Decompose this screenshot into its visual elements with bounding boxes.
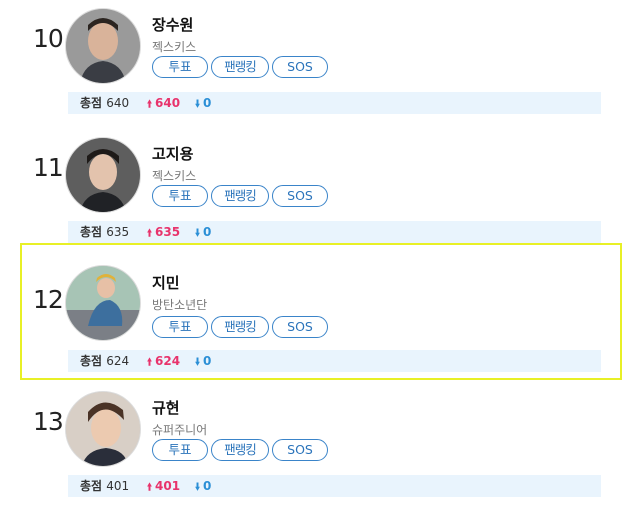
artist-name: 고지용 (152, 145, 194, 163)
down-count: 🠛 0 (195, 354, 212, 368)
action-buttons: 투표 팬랭킹 SOS (152, 56, 331, 80)
down-count: 🠛 0 (195, 225, 212, 239)
sos-button[interactable]: SOS (272, 316, 328, 338)
vote-button[interactable]: 투표 (152, 439, 208, 461)
fan-ranking-button[interactable]: 팬랭킹 (211, 316, 269, 338)
avatar-photo (66, 392, 140, 466)
fan-ranking-button[interactable]: 팬랭킹 (211, 185, 269, 207)
total-score: 총점 624 (80, 354, 130, 368)
ranking-entry: 10 장수원 젝스키스 투표 팬랭킹 SOS 총점 640 🠙 640 🠛 0 (20, 8, 622, 136)
sos-button[interactable]: SOS (272, 56, 328, 78)
arrow-down-icon: 🠛 (195, 228, 201, 239)
avatar-photo (66, 9, 140, 83)
sos-button[interactable]: SOS (272, 185, 328, 207)
score-bar: 총점 401 🠙 401 🠛 0 (68, 475, 601, 497)
avatar-photo (66, 266, 140, 340)
score-bar: 총점 635 🠙 635 🠛 0 (68, 221, 601, 243)
artist-name: 규현 (152, 399, 180, 417)
arrow-down-icon: 🠛 (195, 482, 201, 493)
arrow-up-icon: 🠙 (147, 228, 153, 239)
artist-name: 지민 (152, 274, 180, 292)
avatar-photo (66, 138, 140, 212)
group-name: 젝스키스 (152, 40, 197, 54)
down-count: 🠛 0 (195, 96, 212, 110)
group-name: 방탄소년단 (152, 298, 208, 312)
artist-name: 장수원 (152, 16, 194, 34)
arrow-up-icon: 🠙 (147, 99, 153, 110)
up-count: 🠙 635 (147, 225, 181, 239)
arrow-down-icon: 🠛 (195, 357, 201, 368)
rank-number: 12 (33, 285, 64, 314)
vote-button[interactable]: 투표 (152, 185, 208, 207)
score-bar: 총점 640 🠙 640 🠛 0 (68, 92, 601, 114)
avatar[interactable] (65, 137, 141, 213)
score-bar: 총점 624 🠙 624 🠛 0 (68, 350, 601, 372)
avatar[interactable] (65, 265, 141, 341)
vote-button[interactable]: 투표 (152, 316, 208, 338)
group-name: 젝스키스 (152, 169, 197, 183)
avatar[interactable] (65, 8, 141, 84)
fan-ranking-button[interactable]: 팬랭킹 (211, 56, 269, 78)
rank-number: 13 (33, 407, 64, 436)
total-score: 총점 401 (80, 479, 130, 493)
action-buttons: 투표 팬랭킹 SOS (152, 439, 331, 463)
fan-ranking-button[interactable]: 팬랭킹 (211, 439, 269, 461)
total-score: 총점 640 (80, 96, 130, 110)
ranking-entry-highlighted: 12 지민 방탄소년단 투표 팬랭킹 SOS 총점 624 🠙 624 🠛 0 (20, 243, 622, 380)
vote-button[interactable]: 투표 (152, 56, 208, 78)
up-count: 🠙 624 (147, 354, 181, 368)
rank-number: 11 (33, 153, 64, 182)
action-buttons: 투표 팬랭킹 SOS (152, 316, 331, 340)
action-buttons: 투표 팬랭킹 SOS (152, 185, 331, 209)
arrow-up-icon: 🠙 (147, 482, 153, 493)
down-count: 🠛 0 (195, 479, 212, 493)
total-score: 총점 635 (80, 225, 130, 239)
ranking-entry: 13 규현 슈퍼주니어 투표 팬랭킹 SOS 총점 401 🠙 401 🠛 0 (20, 391, 622, 519)
arrow-down-icon: 🠛 (195, 99, 201, 110)
up-count: 🠙 401 (147, 479, 181, 493)
up-count: 🠙 640 (147, 96, 181, 110)
rank-number: 10 (33, 24, 64, 53)
group-name: 슈퍼주니어 (152, 423, 208, 437)
sos-button[interactable]: SOS (272, 439, 328, 461)
arrow-up-icon: 🠙 (147, 357, 153, 368)
avatar[interactable] (65, 391, 141, 467)
